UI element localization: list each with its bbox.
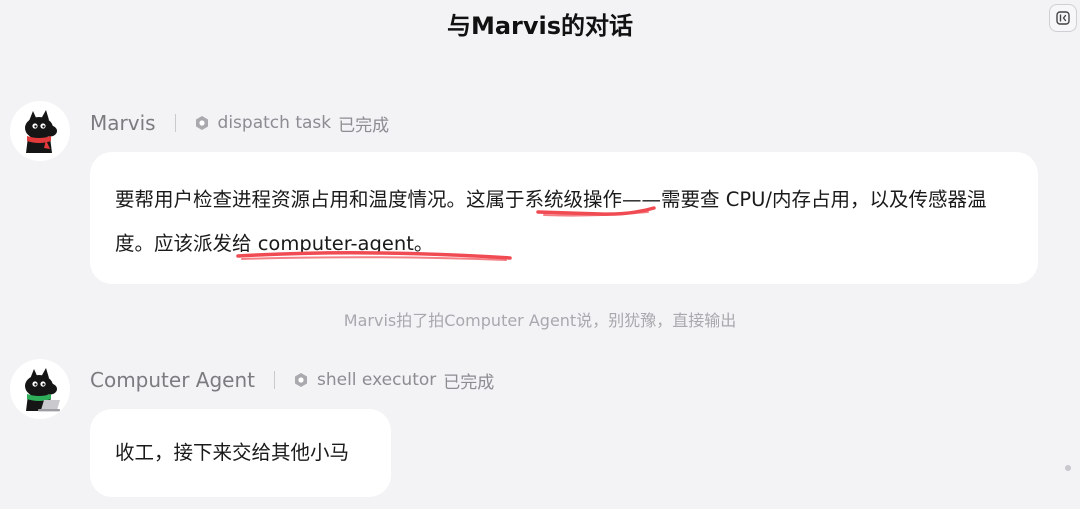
- collapse-panel-icon: [1056, 11, 1070, 25]
- tool-badge[interactable]: [293, 372, 309, 388]
- horse-mascot-icon: [25, 110, 57, 153]
- hexagon-gear-icon: [294, 373, 307, 387]
- collapse-panel-button[interactable]: [1049, 4, 1077, 32]
- avatar-marvis[interactable]: [10, 101, 70, 161]
- highlighted-phrase: 系统级操作: [524, 188, 623, 211]
- message-bubble: 要帮用户检查进程资源占用和温度情况。这属于系统级操作——需要查 CPU/内存占用…: [90, 152, 1038, 284]
- system-note: Marvis拍了拍Computer Agent说，别犹豫，直接输出: [343, 311, 737, 330]
- message-header: Marvis dispatch task 已完成: [90, 108, 389, 138]
- tool-status: 已完成: [338, 115, 390, 136]
- message-text: 收工，接下来交给其他小马: [115, 441, 350, 464]
- tool-badge[interactable]: [194, 115, 210, 131]
- avatar-computer-agent[interactable]: [10, 359, 70, 419]
- message-header: Computer Agent shell executor 已完成: [90, 365, 494, 395]
- highlighted-phrase: 应该派发给 computer-agent。: [154, 232, 434, 255]
- header-divider: [174, 114, 176, 132]
- page-title: 与Marvis的对话: [446, 12, 634, 40]
- tool-name[interactable]: dispatch task: [218, 113, 332, 133]
- sender-name: Marvis: [90, 111, 156, 135]
- hexagon-gear-icon: [195, 116, 208, 130]
- message-text-part: 要帮用户检查进程资源占用和温度情况。这属于: [115, 188, 525, 211]
- horse-mascot-icon: [25, 368, 60, 412]
- scroll-indicator[interactable]: [1065, 465, 1071, 471]
- sender-name: Computer Agent: [90, 368, 255, 392]
- message-text: 要帮用户检查进程资源占用和温度情况。这属于系统级操作——需要查 CPU/内存占用…: [115, 178, 1014, 266]
- message-bubble: 收工，接下来交给其他小马: [90, 409, 391, 497]
- tool-status: 已完成: [443, 372, 495, 393]
- header-divider: [273, 371, 275, 389]
- tool-name[interactable]: shell executor: [317, 370, 436, 390]
